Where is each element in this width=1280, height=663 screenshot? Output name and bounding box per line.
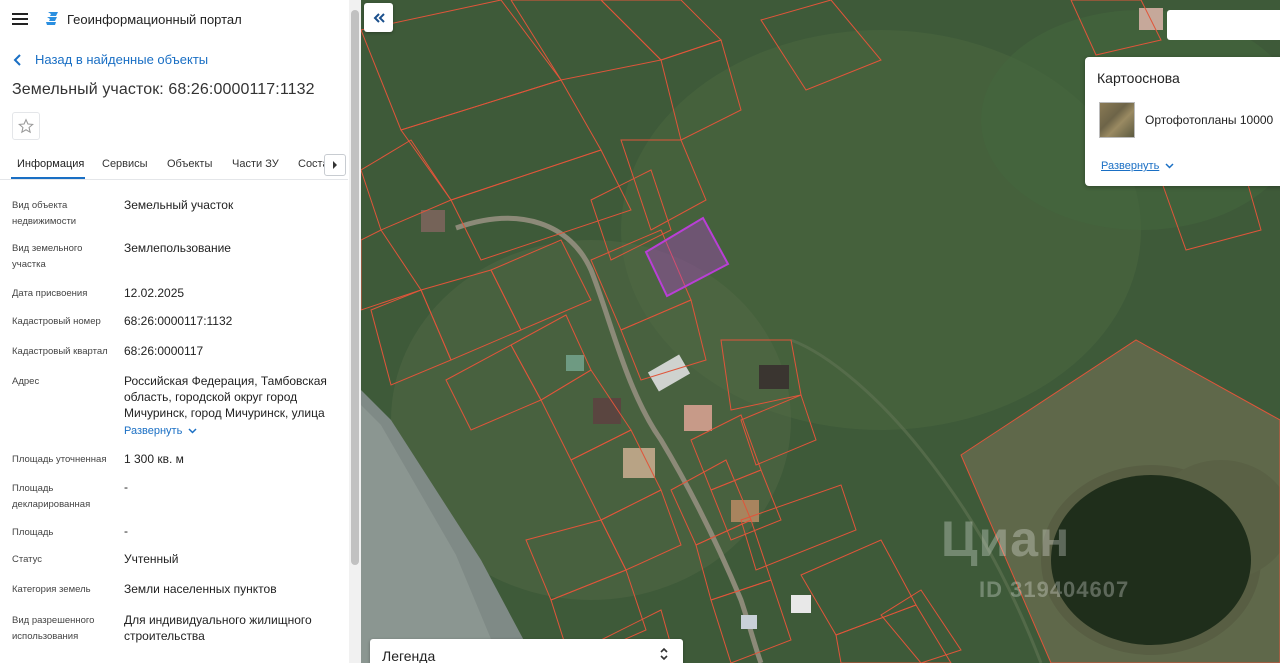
property-value: 68:26:0000117:1132 (124, 314, 233, 328)
property-label: Вид объекта недвижимости (12, 200, 77, 227)
active-tab-indicator (11, 177, 85, 179)
property-value: Землепользование (124, 241, 231, 255)
tab-bar: Информация Сервисы Объекты Части ЗУ Сост… (0, 150, 348, 180)
basemap-thumbnail (1099, 102, 1135, 138)
property-value: - (124, 524, 128, 538)
chevron-left-icon (13, 53, 21, 66)
basemap-title: Картооснова (1097, 70, 1180, 86)
legend-toggle[interactable]: Легенда (370, 639, 683, 663)
star-icon (18, 118, 34, 134)
portal-logo-icon (46, 12, 58, 25)
panel-scrollbar[interactable] (349, 0, 361, 663)
info-panel: Геоинформационный портал Назад в найденн… (0, 0, 361, 663)
tab-services[interactable]: Сервисы (102, 158, 148, 170)
favorite-button[interactable] (12, 112, 40, 140)
property-label: Кадастровый квартал (12, 346, 108, 357)
basemap-option[interactable]: Ортофотопланы 10000 (1099, 102, 1280, 140)
basemap-expand-label: Развернуть (1101, 160, 1160, 172)
address-value: Российская Федерация, Тамбовская область… (124, 374, 327, 420)
property-label: Площадь уточненная (12, 454, 107, 465)
property-value: Учтенный (124, 552, 179, 566)
property-label: Статус (12, 554, 43, 565)
property-label: Адрес (12, 376, 40, 387)
double-chevron-left-icon (373, 12, 385, 23)
basemap-option-label: Ортофотопланы 10000 (1145, 113, 1274, 127)
caret-right-icon (333, 161, 337, 169)
tab-parts[interactable]: Части ЗУ (232, 158, 279, 170)
basemap-panel: Картооснова Ортофотопланы 10000 Разверну… (1085, 57, 1280, 186)
property-value: Земельный участок (124, 198, 234, 212)
property-label: Вид разрешенного использования (12, 615, 95, 642)
property-value: Земли населенных пунктов (124, 582, 277, 596)
property-value: - (124, 480, 128, 494)
expand-collapse-icon (660, 647, 668, 661)
chevron-down-icon (1165, 163, 1174, 169)
property-label: Вид земельного участка (12, 243, 83, 270)
tab-information[interactable]: Информация (17, 158, 84, 170)
object-title: Земельный участок: 68:26:0000117:1132 (12, 81, 315, 98)
property-value: Для индивидуального жилищного строительс… (124, 613, 312, 643)
legend-label: Легенда (382, 648, 436, 663)
property-label: Площадь (12, 527, 54, 538)
back-to-results-link[interactable]: Назад в найденные объекты (13, 52, 208, 67)
chevron-down-icon (188, 428, 197, 434)
map-search-input[interactable] (1167, 10, 1280, 40)
property-value: 68:26:0000117 (124, 344, 204, 358)
panel-header: Геоинформационный портал (0, 0, 348, 38)
expand-link-label: Развернуть (124, 425, 183, 437)
property-label: Категория земель (12, 584, 91, 595)
panel-scrollbar-thumb[interactable] (351, 10, 359, 565)
collapse-panel-button[interactable] (364, 3, 393, 32)
map-view[interactable]: Картооснова Ортофотопланы 10000 Разверну… (361, 0, 1280, 663)
back-link-label: Назад в найденные объекты (35, 52, 209, 67)
property-label: Площадь декларированная (12, 483, 91, 510)
basemap-expand-link[interactable]: Развернуть (1101, 160, 1174, 172)
portal-title: Геоинформационный портал (67, 12, 242, 27)
tabs-scroll-right-button[interactable] (324, 154, 346, 176)
menu-icon[interactable] (12, 13, 28, 25)
tab-composition[interactable]: Состав (298, 158, 324, 170)
property-value: 1 300 кв. м (124, 452, 184, 466)
property-label: Кадастровый номер (12, 316, 101, 327)
property-value: 12.02.2025 (124, 286, 185, 300)
property-label: Дата присвоения (12, 288, 88, 299)
address-expand-link[interactable]: Развернуть (124, 425, 197, 437)
tab-objects[interactable]: Объекты (167, 158, 212, 170)
watermark-id: ID 319404607 (979, 577, 1130, 602)
watermark: Циан (941, 511, 1071, 567)
